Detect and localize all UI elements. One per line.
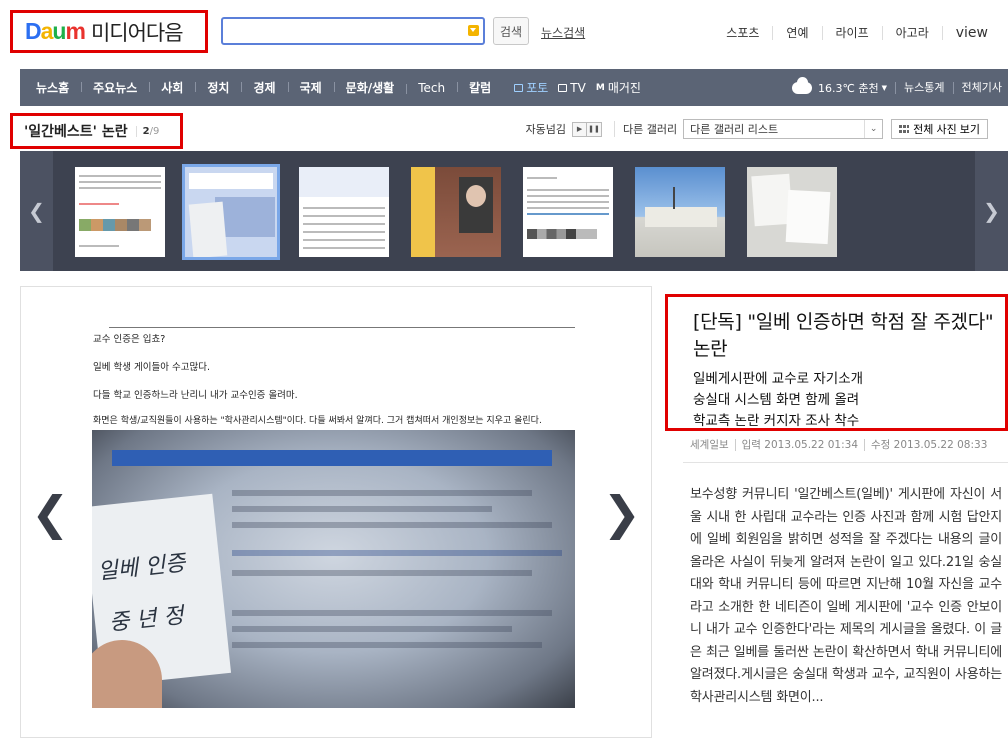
next-photo-arrow-icon[interactable]: ❯ bbox=[602, 490, 641, 536]
header: Daum 미디어다음 검색 뉴스검색 스포츠 연예 라이프 아고라 view bbox=[0, 0, 1008, 68]
article-subheads: 일베게시판에 교수로 자기소개 숭실대 시스템 화면 함께 올려 학교측 논란 … bbox=[693, 369, 1005, 432]
weather[interactable]: 16.3℃ 춘천 ▼ bbox=[792, 76, 888, 96]
photo-text-line: 다들 학교 인증하느라 난리니 내가 교수인증 올려마. bbox=[93, 390, 298, 401]
nav-photo-label: 포토 bbox=[526, 81, 549, 95]
headline-box: [단독] "일베 인증하면 학점 잘 주겠다" 논란 일베게시판에 교수로 자기… bbox=[665, 294, 1008, 431]
all-articles-link[interactable]: 전체기사 bbox=[952, 81, 1008, 94]
article-subhead: 일베게시판에 교수로 자기소개 bbox=[693, 371, 864, 387]
note-line-1: 일베 인증 bbox=[96, 550, 187, 586]
view-all-photos-button[interactable]: 전체 사진 보기 bbox=[891, 119, 988, 139]
thumbnail-strip: ❮ ❯ bbox=[20, 151, 1008, 271]
monitor-photo: 일베 인증 중 년 정 bbox=[92, 430, 575, 708]
logo[interactable]: Daum 미디어다음 bbox=[10, 10, 208, 53]
prev-photo-arrow-icon[interactable]: ❮ bbox=[31, 490, 70, 536]
nav-item-culture[interactable]: 문화/생활 bbox=[333, 79, 407, 96]
photo-text-line: 교수 인증은 입쵸? bbox=[93, 334, 166, 345]
news-stats-link[interactable]: 뉴스통계 bbox=[895, 81, 952, 94]
nav-item-politics[interactable]: 정치 bbox=[195, 79, 241, 96]
gallery-total: /9 bbox=[149, 125, 160, 137]
tv-icon bbox=[558, 83, 568, 92]
search-button[interactable]: 검색 bbox=[493, 17, 529, 45]
weather-text: 16.3℃ 춘천 bbox=[818, 81, 879, 95]
article-input-date: 입력 2013.05.22 01:34 bbox=[734, 439, 859, 451]
nav-item-main[interactable]: 주요뉴스 bbox=[81, 79, 149, 96]
nav-item-home[interactable]: 뉴스홈 bbox=[24, 79, 81, 96]
pause-icon[interactable]: ❚❚ bbox=[587, 121, 603, 137]
article-photo: 교수 인증은 입쵸? 일베 학생 게이들아 수고많다. 다들 학교 인증하느라 … bbox=[89, 327, 575, 709]
photo-text-line: 일베 학생 게이들아 수고많다. bbox=[93, 362, 210, 373]
magazine-icon: M bbox=[595, 82, 605, 93]
thumbnail-7[interactable] bbox=[747, 167, 837, 257]
article-source: 세계일보 bbox=[690, 439, 729, 451]
nav-media: 포토 TV M 매거진 bbox=[509, 79, 646, 96]
photo-text-line: 화면은 학생/교직원들이 사용하는 "학사관리시스템"이다. 다들 써봐서 알껴… bbox=[93, 416, 542, 426]
gallery-counter: 2/9 bbox=[135, 125, 160, 137]
thumbnail-1[interactable] bbox=[75, 167, 165, 257]
search-input[interactable] bbox=[223, 19, 463, 43]
strip-prev-arrow-icon[interactable]: ❮ bbox=[20, 151, 53, 271]
gallery-controls: 자동넘김 ▶ ❚❚ 다른 갤러리 다른 갤러리 리스트 ⌄ 전체 사진 보기 bbox=[526, 119, 988, 139]
other-gallery-label: 다른 갤러리 bbox=[614, 121, 677, 137]
nav-item-tech[interactable]: Tech bbox=[406, 81, 457, 95]
cloud-icon bbox=[792, 76, 813, 94]
article-body: 보수성향 커뮤니티 '일간베스트(일베)' 게시판에 자신이 서울 시내 한 사… bbox=[690, 487, 1002, 705]
news-search-link[interactable]: 뉴스검색 bbox=[541, 24, 585, 41]
nav-magazine-label: 매거진 bbox=[607, 81, 641, 95]
top-link-life[interactable]: 라이프 bbox=[821, 26, 882, 40]
gallery-title: '일간베스트' 논란 bbox=[24, 124, 128, 140]
thumbnail-5[interactable] bbox=[523, 167, 613, 257]
article-subhead: 숭실대 시스템 화면 함께 올려 bbox=[693, 392, 860, 408]
nav-magazine[interactable]: M 매거진 bbox=[591, 79, 646, 96]
top-link-view[interactable]: view bbox=[941, 26, 988, 40]
nav-items: 뉴스홈 주요뉴스 사회 정치 경제 국제 문화/생활 Tech 칼럼 bbox=[20, 79, 503, 96]
view-all-photos-label: 전체 사진 보기 bbox=[913, 124, 980, 136]
daum-logo-icon: Daum bbox=[25, 18, 86, 44]
thumbnail-3[interactable] bbox=[299, 167, 389, 257]
thumbnail-4[interactable] bbox=[411, 167, 501, 257]
chevron-down-icon: ▼ bbox=[881, 83, 888, 92]
search-box[interactable] bbox=[221, 17, 485, 45]
other-gallery-select-value: 다른 갤러리 리스트 bbox=[690, 123, 779, 136]
gallery-title-box: '일간베스트' 논란 2/9 bbox=[10, 113, 183, 149]
nav-item-column[interactable]: 칼럼 bbox=[457, 79, 503, 96]
nav-tv[interactable]: TV bbox=[553, 81, 591, 95]
article-headline: [단독] "일베 인증하면 학점 잘 주겠다" 논란 bbox=[693, 311, 994, 360]
gallery-current: 2 bbox=[142, 125, 150, 137]
article-subhead: 학교측 논란 커지자 조사 착수 bbox=[693, 413, 860, 429]
nav-right: 16.3℃ 춘천 ▼ 뉴스통계 전체기사 bbox=[792, 76, 1008, 96]
photo-viewer: ❮ 교수 인증은 입쵸? 일베 학생 게이들아 수고많다. 다들 학교 인증하느… bbox=[20, 286, 652, 738]
nav-tv-label: TV bbox=[570, 80, 586, 95]
top-link-sports[interactable]: 스포츠 bbox=[713, 26, 772, 40]
article-modify-date: 수정 2013.05.22 08:33 bbox=[864, 439, 988, 451]
nav-photo[interactable]: 포토 bbox=[509, 79, 553, 96]
nav-item-world[interactable]: 국제 bbox=[287, 79, 334, 96]
thumbnail-6[interactable] bbox=[635, 167, 725, 257]
thumbnail-2[interactable] bbox=[182, 164, 280, 260]
nav-item-economy[interactable]: 경제 bbox=[241, 79, 287, 96]
top-links: 스포츠 연예 라이프 아고라 view bbox=[713, 26, 988, 40]
grid-icon bbox=[899, 125, 910, 133]
nav-bar: 뉴스홈 주요뉴스 사회 정치 경제 국제 문화/생활 Tech 칼럼 포토 TV… bbox=[20, 69, 1008, 106]
chevron-down-icon[interactable]: ⌄ bbox=[864, 120, 882, 138]
article-byline: 세계일보 입력 2013.05.22 01:34 수정 2013.05.22 08:… bbox=[690, 437, 988, 452]
top-link-entertainment[interactable]: 연예 bbox=[772, 26, 821, 40]
nav-item-society[interactable]: 사회 bbox=[149, 79, 195, 96]
other-gallery-select[interactable]: 다른 갤러리 리스트 ⌄ bbox=[683, 119, 884, 139]
autoplay-label: 자동넘김 bbox=[525, 123, 567, 136]
top-link-agora[interactable]: 아고라 bbox=[881, 26, 942, 40]
photo-icon bbox=[514, 83, 524, 92]
play-icon[interactable]: ▶ bbox=[572, 121, 588, 137]
dropdown-arrow-icon[interactable] bbox=[468, 25, 479, 36]
logo-text: 미디어다음 bbox=[90, 20, 184, 45]
strip-next-arrow-icon[interactable]: ❯ bbox=[975, 151, 1008, 271]
note-line-2: 중 년 정 bbox=[107, 603, 185, 637]
divider bbox=[683, 462, 1008, 463]
